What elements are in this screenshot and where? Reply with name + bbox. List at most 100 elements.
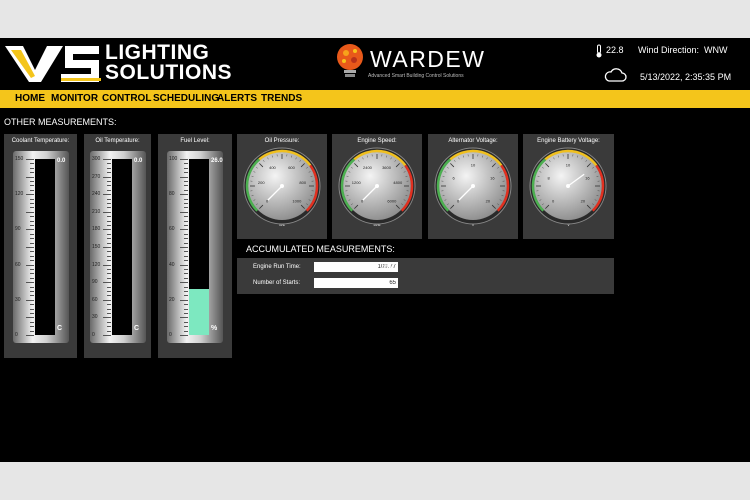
tank-tick-mark <box>184 313 188 314</box>
tank-tick-mark <box>184 277 188 279</box>
weather-panel: 22.8 Wind Direction: WNW 5/13/2022, 2:35… <box>590 40 750 90</box>
panel-title: Oil Temperature: <box>95 138 140 144</box>
starts-field[interactable] <box>314 278 398 288</box>
tank-tick-label: 30 <box>15 296 21 303</box>
tank-tick-mark <box>184 242 188 244</box>
tank-tick-mark <box>180 317 188 319</box>
tank-tick-mark <box>107 167 111 169</box>
tank-tick-mark <box>26 176 34 178</box>
tank-tick-label: 60 <box>169 226 175 233</box>
tank-tick-mark <box>184 255 188 257</box>
tank-panel-oil-temp: Oil Temperature: 0.0 C 300 270 240 210 180 15… <box>84 134 151 358</box>
panel-title: Oil Pressure: <box>264 138 300 144</box>
main-nav: HOME MONITOR CONTROL SCHEDULING ALERTS T… <box>0 90 750 108</box>
tank-tick-mark <box>184 269 188 270</box>
tank-tick-mark <box>107 181 111 182</box>
tank-tick-mark <box>107 238 111 240</box>
tank-tick-label: 180 <box>92 226 101 233</box>
tank-tick-mark <box>103 282 111 284</box>
tank-tick-label: 60 <box>92 296 98 303</box>
tank-tick-mark <box>184 321 188 323</box>
tank-tick-mark <box>184 163 188 165</box>
tank-tick-mark <box>180 299 188 301</box>
nav-trends[interactable]: TRENDS <box>261 93 302 104</box>
tank-tick-mark <box>184 295 188 297</box>
tank-tick-mark <box>30 269 34 270</box>
tank-tick-mark <box>107 286 111 288</box>
gauge-dial: 08101620 <box>529 147 607 225</box>
tank-tick-label: 120 <box>92 261 101 268</box>
tank-tick-mark <box>184 238 188 240</box>
tank-tick-mark <box>107 326 111 328</box>
tank-tick-label: 90 <box>15 226 21 233</box>
tank-unit: % <box>211 325 218 332</box>
tank-tick-mark <box>184 167 188 169</box>
accumulated-panel: Engine Run Time: Hrs Number of Starts: <box>237 258 614 294</box>
tank-tick-mark <box>107 295 111 297</box>
panel-title: Engine Speed: <box>357 138 397 144</box>
tank-tick-mark <box>103 335 111 336</box>
tank-tick-mark <box>30 255 34 257</box>
gauge-panel-engine-speed: Engine Speed: 0 RPM 01200240036004800600… <box>332 134 422 239</box>
tank-tick-label: 40 <box>169 261 175 268</box>
tank-tick-mark <box>180 159 188 160</box>
tank-tick-mark <box>30 242 34 244</box>
tank-tick-mark <box>107 242 111 244</box>
tank-tick-mark <box>103 176 111 178</box>
tank-tick-mark <box>30 326 34 328</box>
temperature-value: 22.8 <box>606 45 624 55</box>
gauge-tick-label: 4800 <box>393 180 403 185</box>
tank-tick-mark <box>30 330 34 332</box>
tank-tick-mark <box>103 211 111 213</box>
tank-tick-label: 30 <box>92 314 98 321</box>
tank-tick-mark <box>26 264 34 266</box>
wind-label: Wind Direction: <box>638 45 700 55</box>
gauge-hub <box>471 184 475 188</box>
gauge-dial: 0200400 6008001000 <box>243 147 321 225</box>
panel-title: Alternator Voltage: <box>448 138 498 144</box>
tank-tick-mark <box>107 220 111 222</box>
nav-scheduling[interactable]: SCHEDULING <box>153 93 219 104</box>
tank-tick-label: 90 <box>92 279 98 286</box>
tank-tick-mark <box>26 229 34 231</box>
tank-tick-mark <box>30 216 34 218</box>
tank-tick-mark <box>184 251 188 253</box>
nav-control[interactable]: CONTROL <box>102 93 151 104</box>
brand-line-1: LIGHTING <box>105 41 210 64</box>
tank-tick-mark <box>30 185 34 187</box>
nav-alerts[interactable]: ALERTS <box>217 93 257 104</box>
wardew-title: WARDEW <box>370 46 486 72</box>
gauge-panel-oil-pressure: Oil Pressure: 0.00 kPa 02004006008001000 <box>237 134 327 239</box>
nav-monitor[interactable]: MONITOR <box>51 93 98 104</box>
tank-tick-mark <box>184 225 188 226</box>
gauge-panel-alternator-voltage: Alternator Voltage: 0 V 06101620 <box>428 134 518 239</box>
tank-tick-mark <box>107 304 111 306</box>
tank-tick-mark <box>107 207 111 209</box>
tank-tick-mark <box>107 185 111 187</box>
tank-tick-mark <box>107 251 111 253</box>
tank-tick-mark <box>107 189 111 191</box>
panel-title: Coolant Temperature: <box>11 138 70 144</box>
tank-tick-label: 270 <box>92 173 101 180</box>
tank-tick-label: 20 <box>169 296 175 303</box>
app-screen: LIGHTING SOLUTIONS WARDEW Advanced Smart… <box>0 38 750 462</box>
datetime: 5/13/2022, 2:35:35 PM <box>640 72 732 82</box>
nav-home[interactable]: HOME <box>15 93 45 104</box>
tank-tick-mark <box>184 286 188 288</box>
vs-logo-icon <box>5 46 101 82</box>
gauge-tick-label: 600 <box>288 165 295 170</box>
gauge-tick-label: 800 <box>299 180 306 185</box>
tank-tick-mark <box>26 335 34 336</box>
tank-tick-mark <box>30 295 34 297</box>
tank-tick-mark <box>103 159 111 160</box>
tank-tick-label: 60 <box>15 261 21 268</box>
tank-tick-label: 150 <box>15 156 24 162</box>
gauge-hub <box>375 184 379 188</box>
tank-tick-mark <box>30 203 34 204</box>
tank-tick-mark <box>30 260 34 262</box>
tank-tick-label: 120 <box>15 191 24 198</box>
tank-tick-mark <box>26 299 34 301</box>
tank-tick-label: 0 <box>15 332 18 338</box>
tank-tick-mark <box>180 211 188 213</box>
tank-tick-mark <box>107 172 111 174</box>
